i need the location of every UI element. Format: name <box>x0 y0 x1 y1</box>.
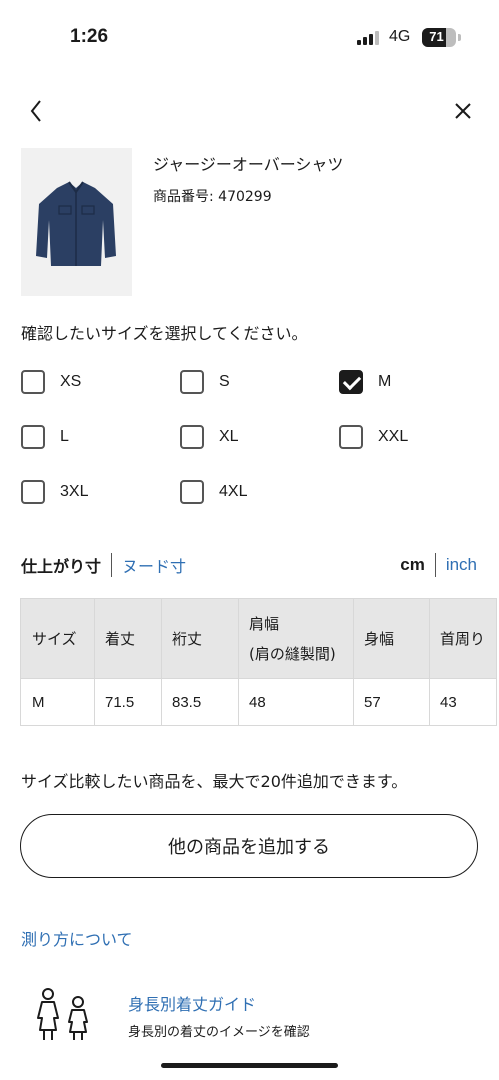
table-cell: 48 <box>238 678 354 726</box>
product-name: ジャージーオーバーシャツ <box>153 155 344 174</box>
table-header-row: サイズ 着丈 裄丈 肩幅 (肩の縫製間) 身幅 首周り <box>20 598 497 679</box>
status-time: 1:26 <box>70 26 109 47</box>
height-guide-subtitle: 身長別の着丈のイメージを確認 <box>128 1025 310 1040</box>
close-button[interactable] <box>448 96 478 126</box>
height-guide-link[interactable]: 身長別着丈ガイド <box>128 991 256 1015</box>
size-option-s[interactable]: S <box>180 367 230 397</box>
status-bar: 1:26 4G 71 <box>0 0 499 70</box>
product-image <box>21 148 132 296</box>
column-header: 着丈 <box>94 598 162 679</box>
size-option-xs[interactable]: XS <box>21 367 81 397</box>
checkbox[interactable] <box>180 370 204 394</box>
size-option-label: XXL <box>378 428 409 445</box>
shirt-image <box>36 181 116 266</box>
column-header: サイズ <box>20 598 95 679</box>
column-header: 肩幅 <box>249 614 280 633</box>
battery-percent: 71 <box>429 29 444 44</box>
size-option-3xl[interactable]: 3XL <box>21 477 88 507</box>
size-option-4xl[interactable]: 4XL <box>180 477 247 507</box>
close-icon <box>455 103 471 119</box>
column-header-shoulder: 肩幅 (肩の縫製間) <box>238 598 354 679</box>
back-button[interactable] <box>22 96 52 126</box>
size-option-m[interactable]: M <box>339 367 391 397</box>
size-option-label: L <box>60 428 69 445</box>
measurement-type-toggle: 仕上がり寸 ヌード寸 <box>21 552 186 578</box>
column-header-note: (肩の縫製間) <box>249 644 336 663</box>
size-option-label: XS <box>60 373 82 390</box>
people-icon[interactable] <box>30 986 100 1042</box>
size-option-label: 4XL <box>219 483 248 500</box>
checkbox[interactable] <box>21 425 45 449</box>
checkbox[interactable] <box>21 480 45 504</box>
how-to-measure-link[interactable]: 測り方について <box>21 926 133 950</box>
unit-inch[interactable]: inch <box>446 555 477 575</box>
unit-cm[interactable]: cm <box>400 555 425 575</box>
size-option-label: XL <box>219 428 239 445</box>
column-header: 裄丈 <box>161 598 239 679</box>
size-option-xxl[interactable]: XXL <box>339 422 408 452</box>
home-indicator[interactable] <box>161 1063 338 1068</box>
checkbox[interactable] <box>21 370 45 394</box>
checkbox[interactable] <box>180 480 204 504</box>
product-code: 商品番号: 470299 <box>153 189 272 205</box>
size-option-label: 3XL <box>60 483 89 500</box>
table-cell: 57 <box>353 678 430 726</box>
network-type: 4G <box>389 28 411 45</box>
checkbox[interactable] <box>180 425 204 449</box>
battery-nub <box>458 34 461 41</box>
table-cell: M <box>20 678 95 726</box>
add-product-button[interactable]: 他の商品を追加する <box>20 814 478 878</box>
column-header: 身幅 <box>353 598 430 679</box>
checkbox-checked[interactable] <box>339 370 363 394</box>
signal-strength-icon <box>357 31 381 45</box>
table-cell: 43 <box>429 678 497 726</box>
compare-note: サイズ比較したい商品を、最大で20件追加できます。 <box>21 772 408 791</box>
column-header: 首周り <box>429 598 497 679</box>
size-option-label: S <box>219 373 230 390</box>
table-cell: 83.5 <box>161 678 239 726</box>
size-option-l[interactable]: L <box>21 422 69 452</box>
divider <box>434 553 436 577</box>
size-option-xl[interactable]: XL <box>180 422 239 452</box>
size-prompt: 確認したいサイズを選択してください。 <box>21 324 308 343</box>
size-table: サイズ 着丈 裄丈 肩幅 (肩の縫製間) 身幅 首周り M 71.5 83.5 … <box>20 598 497 726</box>
size-option-label: M <box>378 373 392 390</box>
checkbox[interactable] <box>339 425 363 449</box>
chevron-left-icon <box>30 100 41 122</box>
unit-toggle: cm inch <box>400 552 477 578</box>
divider <box>111 553 113 577</box>
tab-finished-size[interactable]: 仕上がり寸 <box>21 553 101 577</box>
table-cell: 71.5 <box>94 678 162 726</box>
battery-icon: 71 <box>422 28 456 47</box>
table-row: M 71.5 83.5 48 57 43 <box>20 678 497 726</box>
tab-body-size[interactable]: ヌード寸 <box>122 553 186 577</box>
